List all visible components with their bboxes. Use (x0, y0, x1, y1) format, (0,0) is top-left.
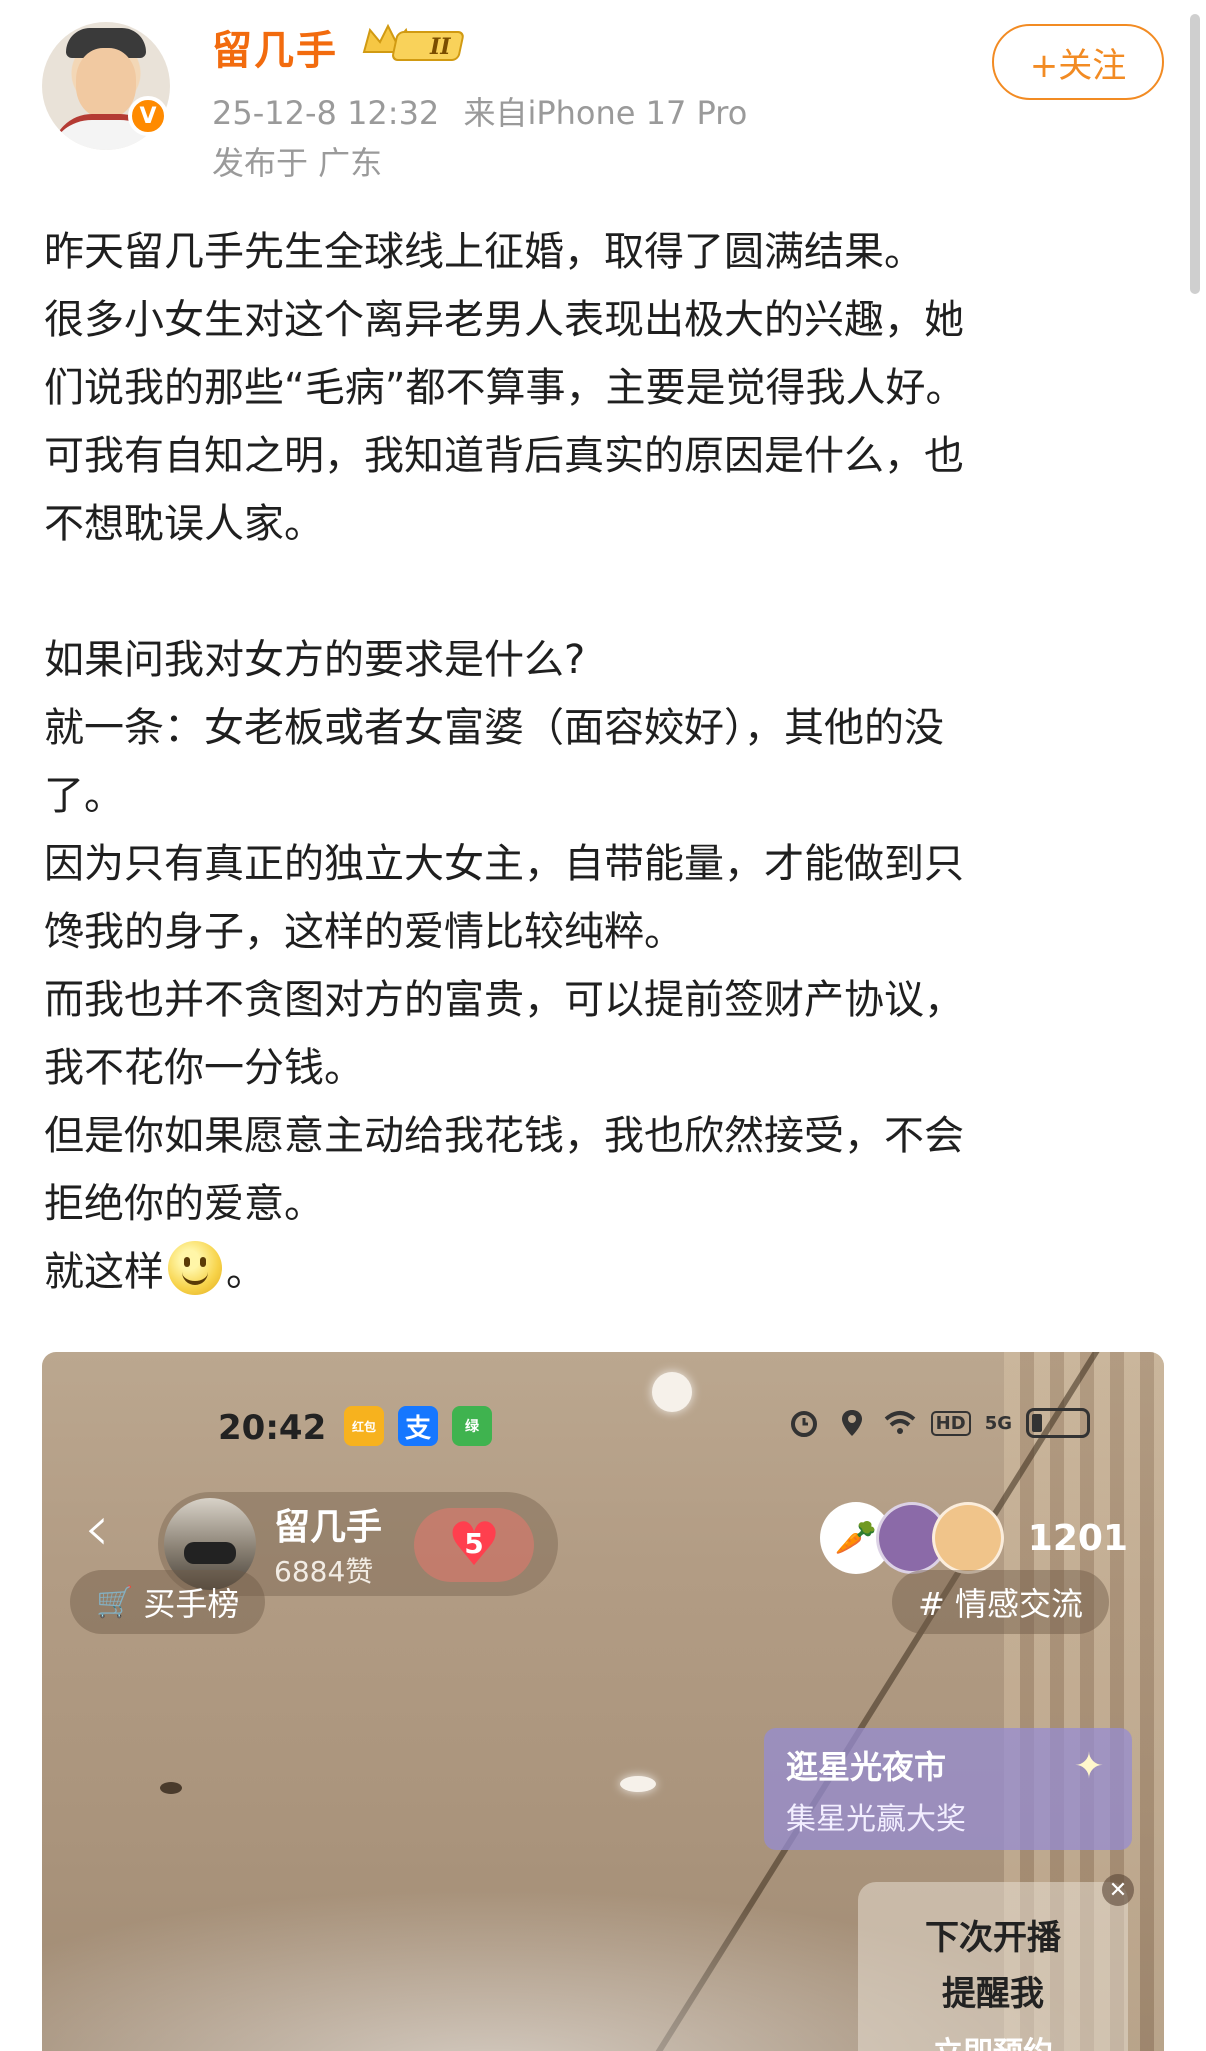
heart-level: 5 (464, 1527, 484, 1560)
attached-image[interactable]: 20:42 红包 支 绿 HD 5G ‹ 留几手 6884赞 ♥ 5 🥕 1201… (42, 1352, 1164, 2051)
back-chevron-icon[interactable]: ‹ (84, 1492, 110, 1566)
post-last-punct: 。 (226, 1249, 266, 1295)
post-line: 馋我的身子，这样的爱情比较纯粹。 (44, 909, 684, 955)
app-label: 绿 (465, 1419, 479, 1435)
location-icon (841, 1410, 862, 1436)
hd-indicator: HD (930, 1410, 971, 1436)
avatar-face (76, 48, 136, 118)
viewer-count[interactable]: 1201 (1028, 1518, 1128, 1559)
reminder-card[interactable]: 下次开播 提醒我 立即预约 (858, 1882, 1128, 2051)
post-source: 来自iPhone 17 Pro (463, 94, 748, 132)
post-line: 我不花你一分钱。 (44, 1045, 364, 1091)
wifi-icon (884, 1411, 915, 1434)
remind-line2: 提醒我 (942, 1974, 1044, 2014)
post-line: 拒绝你的爱意。 (44, 1181, 324, 1227)
star-icon: ✦ (1073, 1746, 1104, 1787)
promo-subtitle: 集星光赢大奖 (786, 1802, 966, 1837)
battery-icon (1026, 1408, 1090, 1438)
post-line: 昨天留几手先生全球线上征婚，取得了圆满结果。 (44, 229, 924, 275)
alipay-notification-icon: 支 (398, 1406, 438, 1446)
post-timestamp: 25-12-8 12:32 (212, 94, 440, 132)
post-body: 昨天留几手先生全球线上征婚，取得了圆满结果。 很多小女生对这个离异老男人表现出极… (44, 218, 1164, 1306)
viewer-avatar[interactable] (931, 1502, 1004, 1574)
topic-tag-label: # 情感交流 (918, 1585, 1083, 1623)
crown-level-icon: II (362, 23, 464, 61)
close-icon[interactable]: ✕ (1102, 1874, 1134, 1906)
remind-button[interactable]: 立即预约 (858, 2028, 1128, 2051)
app-label: 支 (404, 1413, 431, 1444)
heart-icon: ♥ 5 (443, 1515, 505, 1575)
post-line: 因为只有真正的独立大女主，自带能量，才能做到只 (44, 841, 964, 887)
post-line: 不想耽误人家。 (44, 501, 324, 547)
post-line (44, 558, 1164, 626)
post-line: 很多小女生对这个离异老男人表现出极大的兴趣，她 (44, 297, 964, 343)
app-notification-icon: 绿 (452, 1406, 492, 1446)
cart-icon: 🛒 (96, 1584, 134, 1620)
scrollbar[interactable] (1190, 14, 1200, 294)
post-line: 但是你如果愿意主动给我花钱，我也欣然接受，不会 (44, 1113, 964, 1159)
author-name[interactable]: 留几手 (212, 18, 338, 76)
ceiling-fixture (160, 1782, 182, 1794)
ceiling-light (620, 1776, 656, 1792)
post-meta: 25-12-8 12:32 来自iPhone 17 Pro (212, 88, 747, 134)
post-location: 发布于 广东 (212, 144, 383, 182)
verified-icon: V (128, 96, 168, 136)
ceiling-light (652, 1372, 692, 1412)
post-line: 可我有自知之明，我知道背后真实的原因是什么，也 (44, 433, 964, 479)
smile-emoji-icon (168, 1241, 222, 1295)
buyer-rank-label: 买手榜 (143, 1585, 240, 1623)
alarm-icon (790, 1411, 817, 1437)
post-line: 就一条：女老板或者女富婆（面容姣好），其他的没 (44, 705, 944, 751)
post-last-text: 就这样 (44, 1249, 164, 1295)
signal-5g-icon: 5G (984, 1412, 1012, 1434)
post-line: 而我也并不贪图对方的富贵，可以提前签财产协议， (44, 977, 964, 1023)
fan-club-button[interactable]: ♥ 5 (414, 1508, 534, 1582)
app-label: 红包 (351, 1419, 376, 1434)
follow-button[interactable]: +关注 (992, 24, 1164, 100)
promo-title: 逛星光夜市 (786, 1748, 947, 1786)
topic-tag-button[interactable]: # 情感交流 (892, 1570, 1109, 1634)
post-line: 了。 (44, 773, 124, 819)
level-badge-text: II (429, 34, 451, 60)
post-line-last: 就这样 。 (44, 1238, 1164, 1306)
status-time: 20:42 (218, 1408, 327, 1448)
buyer-rank-button[interactable]: 🛒 买手榜 (70, 1570, 266, 1634)
promo-card[interactable]: 逛星光夜市 集星光赢大奖 ✦ (764, 1728, 1132, 1850)
host-name: 留几手 (274, 1507, 383, 1548)
post-line: 如果问我对女方的要求是什么? (44, 637, 586, 683)
viewer-list[interactable]: 🥕 1201 (819, 1502, 1128, 1574)
host-likes: 6884赞 (274, 1555, 374, 1588)
post-line: 们说我的那些“毛病”都不算事，主要是觉得我人好。 (44, 365, 966, 411)
remind-line1: 下次开播 (925, 1918, 1061, 1958)
status-icons: HD 5G (787, 1406, 1090, 1440)
app-notification-icon: 红包 (344, 1406, 384, 1446)
